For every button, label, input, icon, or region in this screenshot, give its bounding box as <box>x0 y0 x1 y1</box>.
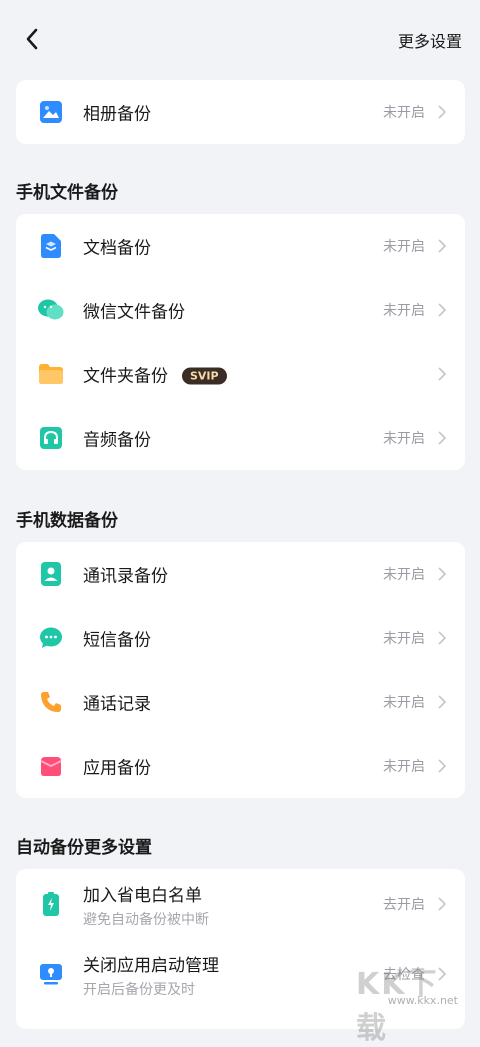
chevron-right-icon <box>435 695 449 709</box>
document-icon <box>38 233 64 259</box>
audio-backup-label: 音频备份 <box>83 430 151 451</box>
chevron-right-icon <box>435 303 449 317</box>
file-backup-card: 文档备份 未开启 微信文件备份 未开启 文件夹备份 SVIP 音频备份 未开启 <box>16 214 465 470</box>
message-icon <box>38 625 64 651</box>
contacts-backup-label: 通讯录备份 <box>83 566 168 587</box>
svip-badge: SVIP <box>182 367 227 384</box>
app-backup-status: 未开启 <box>383 759 425 775</box>
chevron-right-icon <box>435 631 449 645</box>
chevron-right-icon <box>435 367 449 381</box>
more-settings-button[interactable]: 更多设置 <box>398 28 462 52</box>
wechat-file-backup-status: 未开启 <box>383 303 425 319</box>
phone-icon <box>38 689 64 715</box>
wechat-file-backup-row[interactable]: 微信文件备份 未开启 <box>16 278 465 342</box>
launch-manager-label: 关闭应用启动管理 <box>83 956 219 976</box>
image-icon <box>38 99 64 125</box>
chevron-left-icon <box>26 28 38 50</box>
chevron-right-icon <box>435 897 449 911</box>
document-backup-row[interactable]: 文档备份 未开启 <box>16 214 465 278</box>
chevron-right-icon <box>435 239 449 253</box>
app-backup-row[interactable]: 应用备份 未开启 <box>16 734 465 798</box>
launch-manager-subtitle: 开启后备份更及时 <box>83 982 195 998</box>
contacts-backup-row[interactable]: 通讯录备份 未开启 <box>16 542 465 606</box>
call-log-label: 通话记录 <box>83 694 151 715</box>
power-whitelist-subtitle: 避免自动备份被中断 <box>83 912 209 928</box>
data-backup-card: 通讯录备份 未开启 短信备份 未开启 通话记录 未开启 应用备份 未开启 <box>16 542 465 798</box>
audio-backup-status: 未开启 <box>383 431 425 447</box>
album-backup-label: 相册备份 <box>83 104 151 125</box>
headphones-icon <box>38 425 64 451</box>
back-button[interactable] <box>18 24 46 54</box>
battery-icon <box>38 891 64 917</box>
album-card: 相册备份 未开启 <box>16 80 465 144</box>
watermark: KK下载 www.kkx.net <box>356 959 466 1046</box>
app-box-icon <box>38 753 64 779</box>
app-backup-label: 应用备份 <box>83 758 151 779</box>
chevron-right-icon <box>435 105 449 119</box>
top-bar: 更多设置 <box>0 0 480 78</box>
document-backup-label: 文档备份 <box>83 238 151 259</box>
contacts-icon <box>38 561 64 587</box>
power-whitelist-row[interactable]: 加入省电白名单 避免自动备份被中断 去开启 <box>16 869 465 939</box>
sms-backup-status: 未开启 <box>383 631 425 647</box>
launch-manager-icon <box>38 961 64 987</box>
sms-backup-row[interactable]: 短信备份 未开启 <box>16 606 465 670</box>
file-backup-section-title: 手机文件备份 <box>16 183 118 203</box>
folder-backup-row[interactable]: 文件夹备份 SVIP <box>16 342 465 406</box>
album-backup-row[interactable]: 相册备份 未开启 <box>16 80 465 144</box>
audio-backup-row[interactable]: 音频备份 未开启 <box>16 406 465 470</box>
folder-backup-label: 文件夹备份 SVIP <box>83 362 227 387</box>
power-whitelist-label: 加入省电白名单 <box>83 886 202 906</box>
watermark-url: www.kkx.net <box>387 994 458 1007</box>
data-backup-section-title: 手机数据备份 <box>16 511 118 531</box>
power-whitelist-status: 去开启 <box>383 897 425 913</box>
chevron-right-icon <box>435 759 449 773</box>
folder-icon <box>38 361 64 387</box>
auto-backup-section-title: 自动备份更多设置 <box>16 838 152 858</box>
wechat-file-backup-label: 微信文件备份 <box>83 302 185 323</box>
chevron-right-icon <box>435 567 449 581</box>
document-backup-status: 未开启 <box>383 239 425 255</box>
folder-backup-text: 文件夹备份 <box>83 366 168 387</box>
wechat-icon <box>38 297 64 323</box>
chevron-right-icon <box>435 431 449 445</box>
contacts-backup-status: 未开启 <box>383 567 425 583</box>
call-log-status: 未开启 <box>383 695 425 711</box>
sms-backup-label: 短信备份 <box>83 630 151 651</box>
call-log-row[interactable]: 通话记录 未开启 <box>16 670 465 734</box>
album-backup-status: 未开启 <box>383 105 425 121</box>
